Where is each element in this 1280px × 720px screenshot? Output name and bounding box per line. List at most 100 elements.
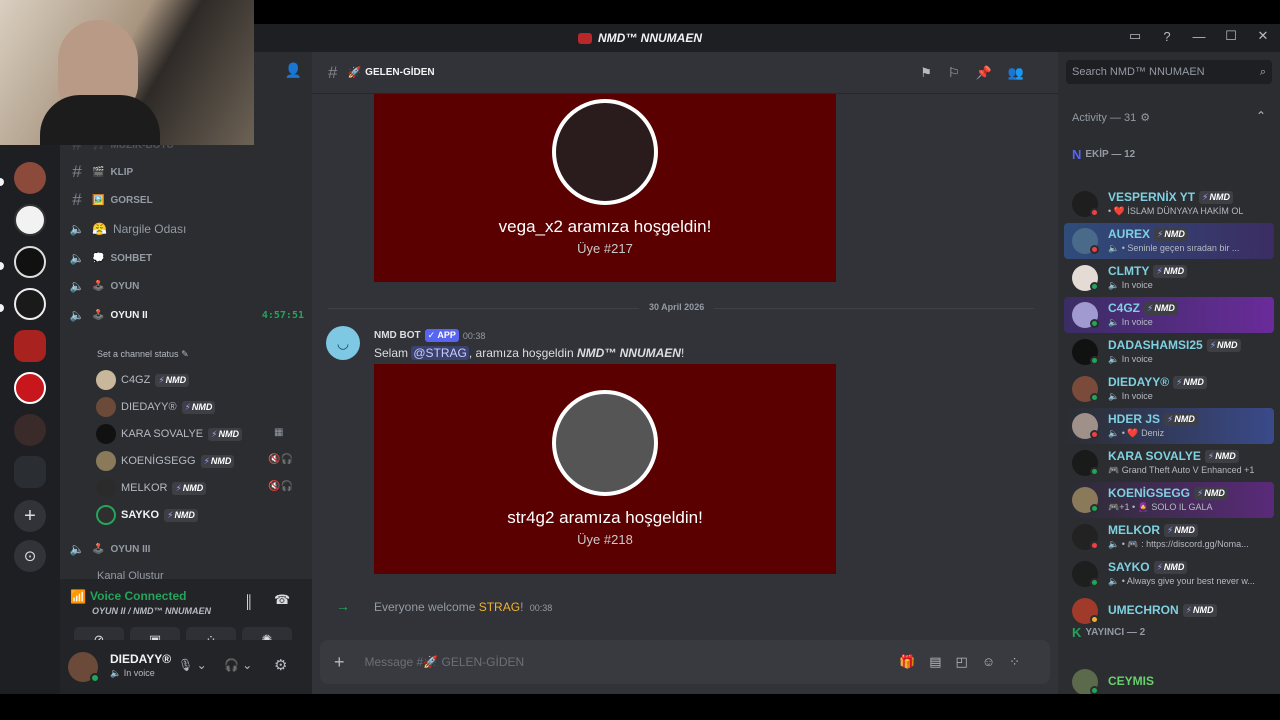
member-item[interactable]: C4GZ ⚡ NMD 🔈 In voice (1064, 297, 1274, 333)
inbox-icon[interactable]: ▭ (1126, 28, 1144, 44)
member-name-row: MELKOR ⚡ NMD (1108, 523, 1198, 537)
member-tag-text: NMD (1174, 414, 1195, 424)
member-item[interactable]: KARA SOVALYE ⚡ NMD 🎮 Grand Theft Auto V Enh… (1064, 445, 1274, 481)
server-icon[interactable] (14, 414, 46, 446)
member-list: Search NMD™ NNUMAEN ⌕ Activity — 31 ⚙ ⌃ NE… (1058, 52, 1280, 694)
message-text: , aramıza hoşgeldin (468, 346, 577, 360)
member-item[interactable]: CLMTY ⚡ NMD 🔈 In voice (1064, 260, 1274, 296)
member-item[interactable]: DIEDAYY® ⚡ NMD 🔈 In voice (1064, 371, 1274, 407)
voice-user[interactable]: C4GZ ⚡ NMD (96, 368, 190, 392)
channel-emoji: 🚀 (347, 67, 362, 79)
user-status-text: In voice (123, 668, 155, 678)
member-tag-text: NMD (1183, 377, 1204, 387)
member-tag: ⚡ NMD (1153, 264, 1188, 278)
bot-avatar[interactable]: ◡ (326, 326, 360, 360)
channel-oyun[interactable]: 🔈 🕹️ OYUN (68, 273, 304, 299)
settings-gear-icon[interactable]: ⚙ (274, 656, 287, 674)
voice-user[interactable]: MELKOR ⚡ NMD (96, 476, 207, 500)
channel-emoji: 😤 (92, 222, 107, 236)
composer-icons[interactable]: 🎁▤◰☺⁘ (899, 654, 1034, 670)
voice-timer: 4:57:51 (261, 309, 304, 321)
microphone-icon[interactable]: 🎙 ⌄ (178, 658, 207, 672)
speaker-icon: 🔈 (69, 308, 85, 322)
avatar (96, 478, 116, 498)
discover-icon[interactable]: ⊙ (14, 540, 46, 572)
channel-oyun-iii[interactable]: 🔈 🕹️ OYUN III (68, 536, 304, 562)
maximize-button[interactable]: ☐ (1222, 28, 1240, 44)
gear-icon: ⚙ (1140, 112, 1151, 124)
member-item[interactable]: MELKOR ⚡ NMD 🔈 • 🎮 : https://discord.gg/Nom… (1064, 519, 1274, 555)
role-header: N EKİP — 12 (1072, 147, 1135, 162)
channel-gorsel[interactable]: # 🖼️ GORSEL (68, 187, 304, 213)
user-tag-text: NMD (174, 510, 195, 520)
member-item[interactable]: VESPERNİX YT ⚡ NMD • ❤️ İSLAM DÜNYAYA HAKİM… (1064, 186, 1274, 222)
voice-user[interactable]: SAYKO ⚡ NMD (96, 503, 198, 527)
speaker-icon: 🔈 (69, 279, 85, 293)
help-icon[interactable]: ? (1158, 29, 1176, 44)
member-activity: 🔈 In voice (1108, 280, 1153, 290)
member-item[interactable]: AUREX ⚡ NMD 🔈 • Seninle geçen sıradan bir .… (1064, 223, 1274, 259)
voice-user[interactable]: KARA SOVALYE ⚡ NMD (96, 422, 242, 446)
channel-sohbet[interactable]: 🔈 💭 SOHBET (68, 245, 304, 271)
server-icon[interactable] (14, 204, 46, 236)
member-tag: ⚡ NMD (1204, 449, 1239, 463)
member-item[interactable]: CEYMIS (1064, 664, 1274, 694)
user-tag: ⚡ NMD (208, 427, 242, 441)
channel-label: Nargile Odası (112, 222, 187, 236)
message-input[interactable]: Message #🚀 GELEN-GİDEN (365, 655, 525, 669)
minimize-button[interactable]: — (1190, 29, 1208, 44)
speaker-icon: 🔈 (110, 668, 122, 678)
member-item[interactable]: UMECHRON ⚡ NMD (1064, 593, 1274, 629)
system-text: Everyone welcome (374, 600, 479, 614)
server-icon[interactable] (14, 372, 46, 404)
server-icon[interactable] (14, 246, 46, 278)
header-icons[interactable]: ⚑⚐📌👥 (920, 65, 1040, 81)
message-author[interactable]: NMD BOT (374, 330, 421, 341)
voice-user[interactable]: DIEDAYY® ⚡ NMD (96, 395, 216, 419)
bolt-icon: ⚡ (1207, 450, 1215, 461)
server-icon[interactable] (14, 288, 46, 320)
banner-subtext: Üye #217 (577, 241, 633, 256)
add-attachment-icon[interactable]: + (334, 652, 345, 673)
server-icon[interactable] (14, 162, 46, 194)
collapse-icon[interactable]: ⌃ (1256, 109, 1266, 123)
disconnect-icon[interactable]: ☎ (274, 592, 290, 608)
avatar (96, 424, 116, 444)
member-activity: 🔈 In voice (1108, 317, 1153, 327)
member-item[interactable]: DADASHAMSI25 ⚡ NMD 🔈 In voice (1064, 334, 1274, 370)
member-tag: ⚡ NMD (1154, 227, 1188, 241)
headphones-icon[interactable]: 🎧 ⌄ (224, 658, 252, 672)
activity-header[interactable]: Activity — 31 ⚙ (1072, 111, 1151, 125)
invite-icon[interactable]: 👤 (285, 62, 302, 79)
member-activity: 🔈 • Seninle geçen sıradan bir ... (1108, 243, 1240, 253)
channel-status[interactable]: Set a channel status ✎ (97, 349, 189, 360)
system-username[interactable]: STRAG (479, 600, 520, 614)
member-name: KARA SOVALYE (1108, 449, 1201, 463)
user-mention[interactable]: @STRAG (411, 346, 469, 360)
voice-user[interactable]: KOENİGSEGG ⚡ NMD (96, 449, 235, 473)
add-server-icon[interactable]: + (14, 500, 46, 532)
member-activity: 🎮 Grand Theft Auto V Enhanced +1 (1108, 465, 1255, 475)
member-item[interactable]: HDER JS ⚡ NMD 🔈 • ❤️ Deniz (1064, 408, 1274, 444)
channel-klip[interactable]: # 🎬 KLIP (68, 159, 304, 185)
voice-activity-icon[interactable]: ║ (244, 594, 253, 609)
status-dot (1090, 208, 1099, 217)
server-icon[interactable] (14, 330, 46, 362)
member-item[interactable]: SAYKO ⚡ NMD 🔈 • Always give your best never… (1064, 556, 1274, 592)
person-shoulders (40, 95, 160, 145)
search-icon: ⌕ (1259, 65, 1266, 78)
member-name: UMECHRON (1108, 603, 1179, 617)
hash-icon: # (72, 190, 82, 209)
server-name: NMD™ NNUMAEN (576, 346, 681, 360)
message-text: ! (680, 346, 685, 360)
server-folder-icon[interactable] (14, 456, 46, 488)
search-input[interactable]: Search NMD™ NNUMAEN ⌕ (1066, 60, 1272, 84)
channel-oyun-ii[interactable]: 🔈 🕹️ OYUN II 4:57:51 (68, 302, 304, 328)
voice-location[interactable]: OYUN II / NMD™ NNUMAEN (92, 606, 211, 616)
channel-nargile-odasi[interactable]: 🔈 😤 Nargile Odası (68, 216, 304, 242)
welcome-banner: str4g2 aramıza hoşgeldin! Üye #218 (374, 364, 836, 574)
close-button[interactable]: ✕ (1254, 28, 1272, 44)
member-item[interactable]: KOENİGSEGG ⚡ NMD 🎮+1 • 🧕 SOLO IL GALA (1064, 482, 1274, 518)
member-tag-text: NMD (1164, 229, 1185, 239)
status-dot (1090, 319, 1099, 328)
